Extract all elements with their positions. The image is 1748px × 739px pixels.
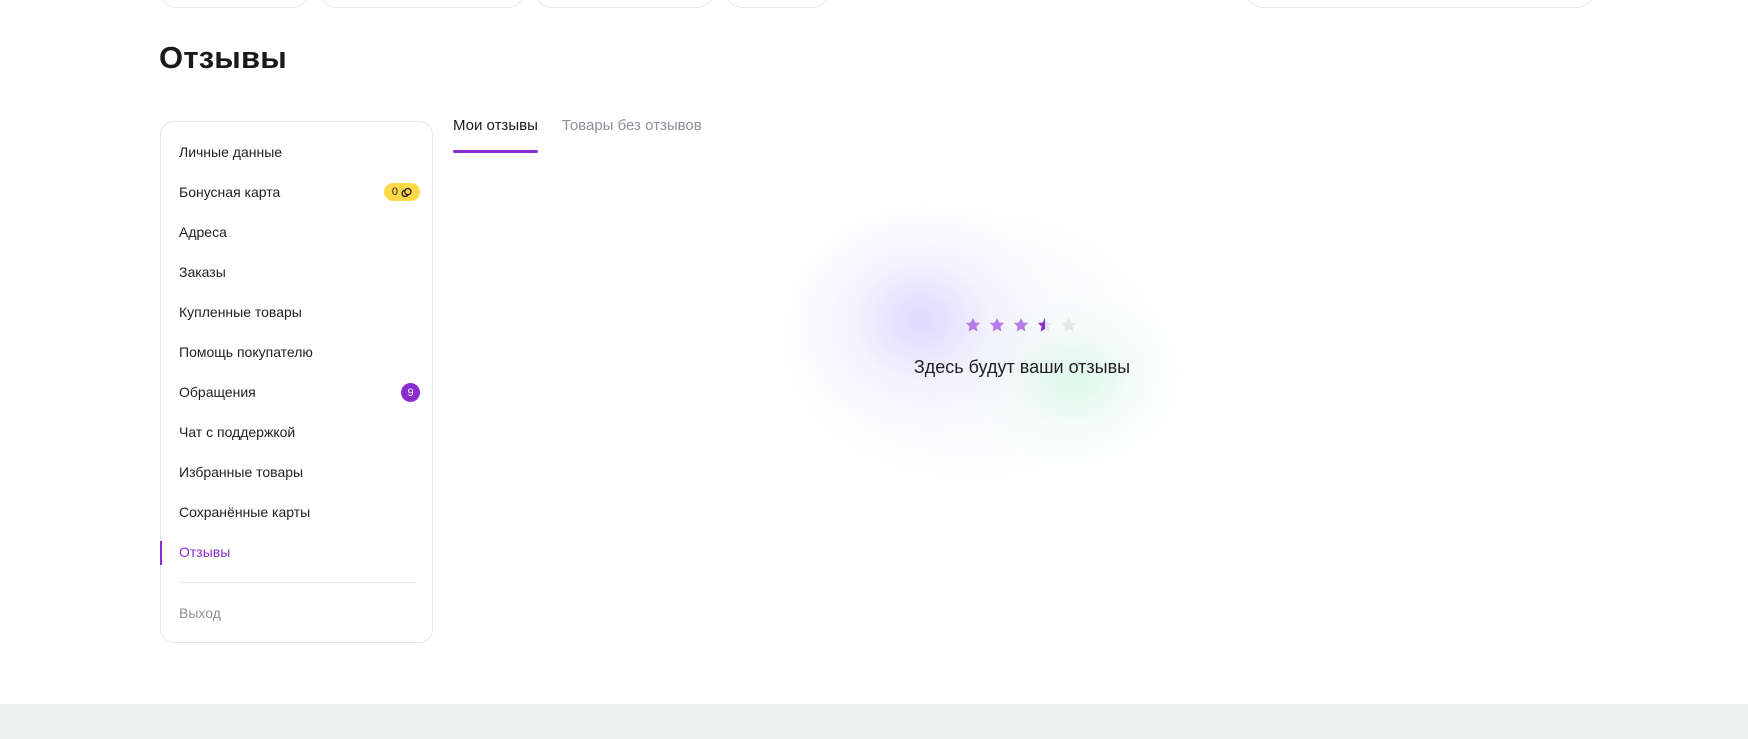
sidebar-item-label: Помощь покупателю [179,344,313,360]
sidebar-item-purchased-goods[interactable]: Купленные товары [161,298,432,326]
reviews-tabs: Мои отзывы Товары без отзывов [453,117,702,153]
account-sidebar: Личные данные Бонусная карта 0 Адреса За… [160,121,433,643]
sidebar-item-requests[interactable]: Обращения 9 [161,378,432,406]
sidebar-item-label: Избранные товары [179,464,304,480]
sidebar-item-label: Чат с поддержкой [179,424,296,440]
rating-stars-illustration [964,316,1078,334]
sidebar-item-label: Обращения [179,384,256,400]
sidebar-item-addresses[interactable]: Адреса [161,218,432,246]
requests-count-badge: 9 [401,383,420,402]
sidebar-item-label: Купленные товары [179,304,302,320]
sidebar-item-logout[interactable]: Выход [161,599,432,627]
bonus-balance-value: 0 [391,186,398,198]
top-filter-pill-3[interactable] [535,0,714,8]
sidebar-item-label: Сохранённые карты [179,504,311,520]
sidebar-item-label: Личные данные [179,144,283,160]
half-star-icon [1037,317,1053,332]
sidebar-item-support-chat[interactable]: Чат с поддержкой [161,418,432,446]
coin-icon [401,187,412,197]
sidebar-item-label: Бонусная карта [179,184,281,200]
top-filter-pill-1[interactable] [160,0,309,8]
sidebar-item-bonus-card[interactable]: Бонусная карта 0 [161,178,432,206]
sidebar-item-label: Адреса [179,224,227,240]
tab-products-without-reviews[interactable]: Товары без отзывов [562,117,702,153]
sidebar-item-label: Выход [179,605,221,621]
top-filter-pill-2[interactable] [320,0,524,8]
bonus-balance-badge: 0 [383,183,420,201]
sidebar-item-favorites[interactable]: Избранные товары [161,458,432,486]
tab-my-reviews[interactable]: Мои отзывы [453,117,538,153]
sidebar-divider [179,582,416,583]
footer [0,704,1748,739]
star-icon [1061,317,1077,332]
star-icon [965,317,981,332]
sidebar-item-customer-help[interactable]: Помощь покупателю [161,338,432,366]
top-filter-pill-4[interactable] [725,0,829,8]
sidebar-item-personal-data[interactable]: Личные данные [161,138,432,166]
sidebar-item-orders[interactable]: Заказы [161,258,432,286]
star-icon [1013,317,1029,332]
top-search-field[interactable] [1246,0,1594,8]
sidebar-item-saved-cards[interactable]: Сохранённые карты [161,498,432,526]
sidebar-item-label: Отзывы [179,544,231,560]
star-icon [989,317,1005,332]
sidebar-item-label: Заказы [179,264,226,280]
page-title: Отзывы [159,40,287,75]
sidebar-item-reviews[interactable]: Отзывы [160,538,432,566]
